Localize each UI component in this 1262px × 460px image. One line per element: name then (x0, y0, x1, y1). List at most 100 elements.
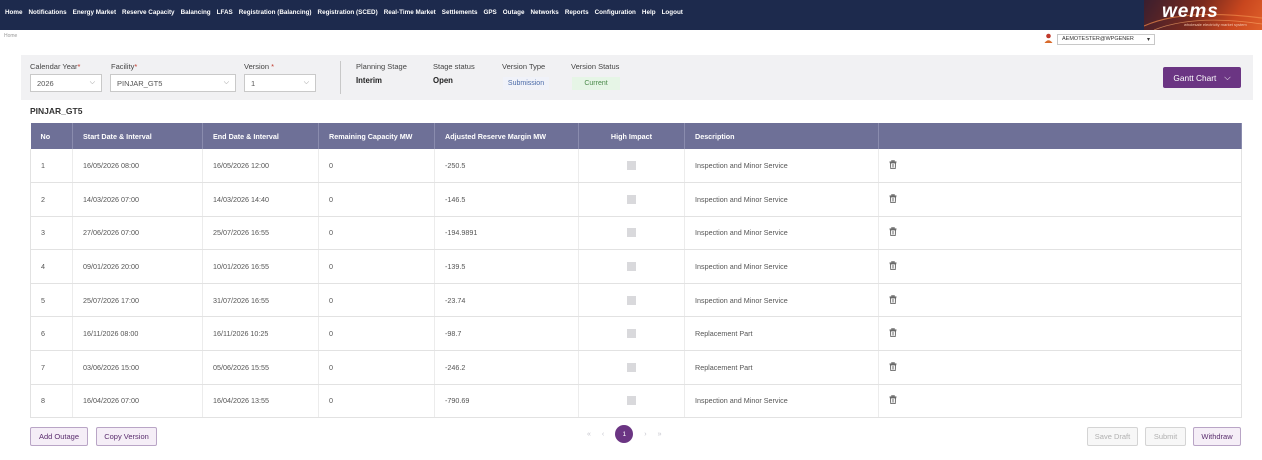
nav-item-networks[interactable]: Networks (530, 9, 558, 16)
planning-stage-label: Planning Stage (356, 62, 407, 71)
column-header: Adjusted Reserve Margin MW (434, 123, 579, 149)
submit-button[interactable]: Submit (1145, 427, 1186, 446)
nav-item-reserve-capacity[interactable]: Reserve Capacity (122, 9, 175, 16)
cell-start: 16/05/2026 08:00 (72, 149, 203, 184)
gantt-chart-button[interactable]: Gantt Chart ⌵ (1163, 67, 1241, 88)
column-header: No (30, 123, 73, 149)
user-dropdown[interactable]: AEMOTESTER@WPGENER ▾ (1057, 33, 1155, 45)
version-status-label: Version Status (571, 62, 620, 71)
cell-end: 16/04/2026 13:55 (202, 384, 319, 419)
trash-icon[interactable] (889, 193, 897, 203)
table-row[interactable]: 1 16/05/2026 08:00 16/05/2026 12:00 0 -250.5… (30, 149, 1242, 184)
nav-item-registration-balancing[interactable]: Registration (Balancing) (239, 9, 312, 16)
cell-no: 1 (30, 149, 73, 184)
nav-item-reports[interactable]: Reports (565, 9, 589, 16)
nav-item-real-time-market[interactable]: Real-Time Market (384, 9, 436, 16)
cell-margin: -250.5 (434, 149, 579, 184)
cell-actions (878, 149, 1242, 184)
table-row[interactable]: 2 14/03/2026 07:00 14/03/2026 14:40 0 -146.5… (30, 182, 1242, 217)
cell-actions (878, 283, 1242, 318)
first-page-button[interactable]: « (587, 431, 591, 438)
cell-start: 03/06/2026 15:00 (72, 350, 203, 385)
high-impact-checkbox[interactable] (627, 161, 636, 171)
trash-icon[interactable] (889, 160, 897, 170)
cell-start: 16/11/2026 08:00 (72, 316, 203, 352)
trash-icon[interactable] (889, 294, 897, 304)
cell-description: Replacement Part (684, 316, 879, 352)
table-row[interactable]: 8 16/04/2026 07:00 16/04/2026 13:55 0 -790.6… (30, 384, 1242, 419)
cell-remaining: 0 (318, 249, 435, 284)
cell-end: 16/11/2026 10:25 (202, 316, 319, 352)
calendar-year-value: 2026 (37, 78, 54, 88)
column-header: Start Date & Interval (72, 123, 203, 149)
cell-actions (878, 182, 1242, 217)
cell-high-impact (578, 149, 685, 184)
calendar-year-select[interactable]: 2026 ⌵ (30, 74, 102, 92)
copy-version-button[interactable]: Copy Version (96, 427, 157, 446)
nav-item-logout[interactable]: Logout (662, 9, 683, 16)
nav-item-registration-sced[interactable]: Registration (SCED) (318, 9, 378, 16)
high-impact-checkbox[interactable] (627, 262, 636, 272)
trash-icon[interactable] (889, 328, 897, 338)
last-page-button[interactable]: » (658, 431, 662, 438)
trash-icon[interactable] (889, 395, 897, 405)
cell-margin: -98.7 (434, 316, 579, 352)
cell-remaining: 0 (318, 182, 435, 217)
nav-item-settlements[interactable]: Settlements (442, 9, 478, 16)
high-impact-checkbox[interactable] (627, 396, 636, 406)
cell-no: 6 (30, 316, 73, 352)
nav-item-home[interactable]: Home (5, 9, 23, 16)
cell-description: Inspection and Minor Service (684, 216, 879, 251)
nav-item-balancing[interactable]: Balancing (181, 9, 211, 16)
cell-high-impact (578, 249, 685, 284)
high-impact-checkbox[interactable] (627, 362, 636, 372)
high-impact-checkbox[interactable] (627, 295, 636, 305)
nav-item-outage[interactable]: Outage (503, 9, 525, 16)
cell-high-impact (578, 182, 685, 217)
chevron-down-icon: ⌵ (1224, 72, 1231, 82)
version-select[interactable]: 1 ⌵ (244, 74, 316, 92)
table-row[interactable]: 4 09/01/2026 20:00 10/01/2026 16:55 0 -139.5… (30, 249, 1242, 284)
trash-icon[interactable] (889, 361, 897, 371)
save-draft-button[interactable]: Save Draft (1087, 427, 1138, 446)
nav-item-lfas[interactable]: LFAS (217, 9, 233, 16)
column-header: End Date & Interval (202, 123, 319, 149)
facility-select[interactable]: PINJAR_GT5 ⌵ (110, 74, 236, 92)
trash-icon[interactable] (889, 261, 897, 271)
column-header (878, 123, 1242, 149)
cell-end: 25/07/2026 16:55 (202, 216, 319, 251)
cell-no: 5 (30, 283, 73, 318)
nav-item-gps[interactable]: GPS (483, 9, 496, 16)
high-impact-checkbox[interactable] (627, 228, 636, 238)
table-row[interactable]: 7 03/06/2026 15:00 05/06/2026 15:55 0 -246.2… (30, 350, 1242, 385)
previous-page-button[interactable]: ‹ (602, 431, 604, 438)
cell-high-impact (578, 350, 685, 385)
nav-item-configuration[interactable]: Configuration (595, 9, 636, 16)
table-row[interactable]: 3 27/06/2026 07:00 25/07/2026 16:55 0 -194.9… (30, 216, 1242, 251)
user-icon (1044, 33, 1053, 45)
stage-status-label: Stage status (433, 62, 475, 71)
nav-item-help[interactable]: Help (642, 9, 656, 16)
trash-icon[interactable] (889, 227, 897, 237)
high-impact-checkbox[interactable] (627, 194, 636, 204)
breadcrumb[interactable]: Home (4, 33, 17, 39)
withdraw-button[interactable]: Withdraw (1193, 427, 1241, 446)
logo-text: wems (1162, 1, 1219, 22)
next-page-button[interactable]: › (644, 431, 646, 438)
add-outage-button[interactable]: Add Outage (30, 427, 88, 446)
table-header-row: No Start Date & Interval End Date & Interv… (30, 123, 1242, 149)
table-row[interactable]: 6 16/11/2026 08:00 16/11/2026 10:25 0 -98.7 R… (30, 316, 1242, 352)
top-navigation-bar: Home Notifications Energy Market Reserve Ca… (0, 0, 1262, 30)
table-row[interactable]: 5 25/07/2026 17:00 31/07/2026 16:55 0 -23.74… (30, 283, 1242, 318)
cell-end: 31/07/2026 16:55 (202, 283, 319, 318)
cell-end: 10/01/2026 16:55 (202, 249, 319, 284)
nav-item-notifications[interactable]: Notifications (29, 9, 67, 16)
nav-item-energy-market[interactable]: Energy Market (73, 9, 116, 16)
high-impact-checkbox[interactable] (627, 329, 636, 339)
cell-actions (878, 216, 1242, 251)
logo-tagline: wholesale electricity market system (1184, 22, 1247, 27)
user-menu: AEMOTESTER@WPGENER ▾ (1044, 33, 1155, 45)
cell-end: 05/06/2026 15:55 (202, 350, 319, 385)
page-1-button[interactable]: 1 (615, 425, 634, 443)
cell-end: 16/05/2026 12:00 (202, 149, 319, 184)
